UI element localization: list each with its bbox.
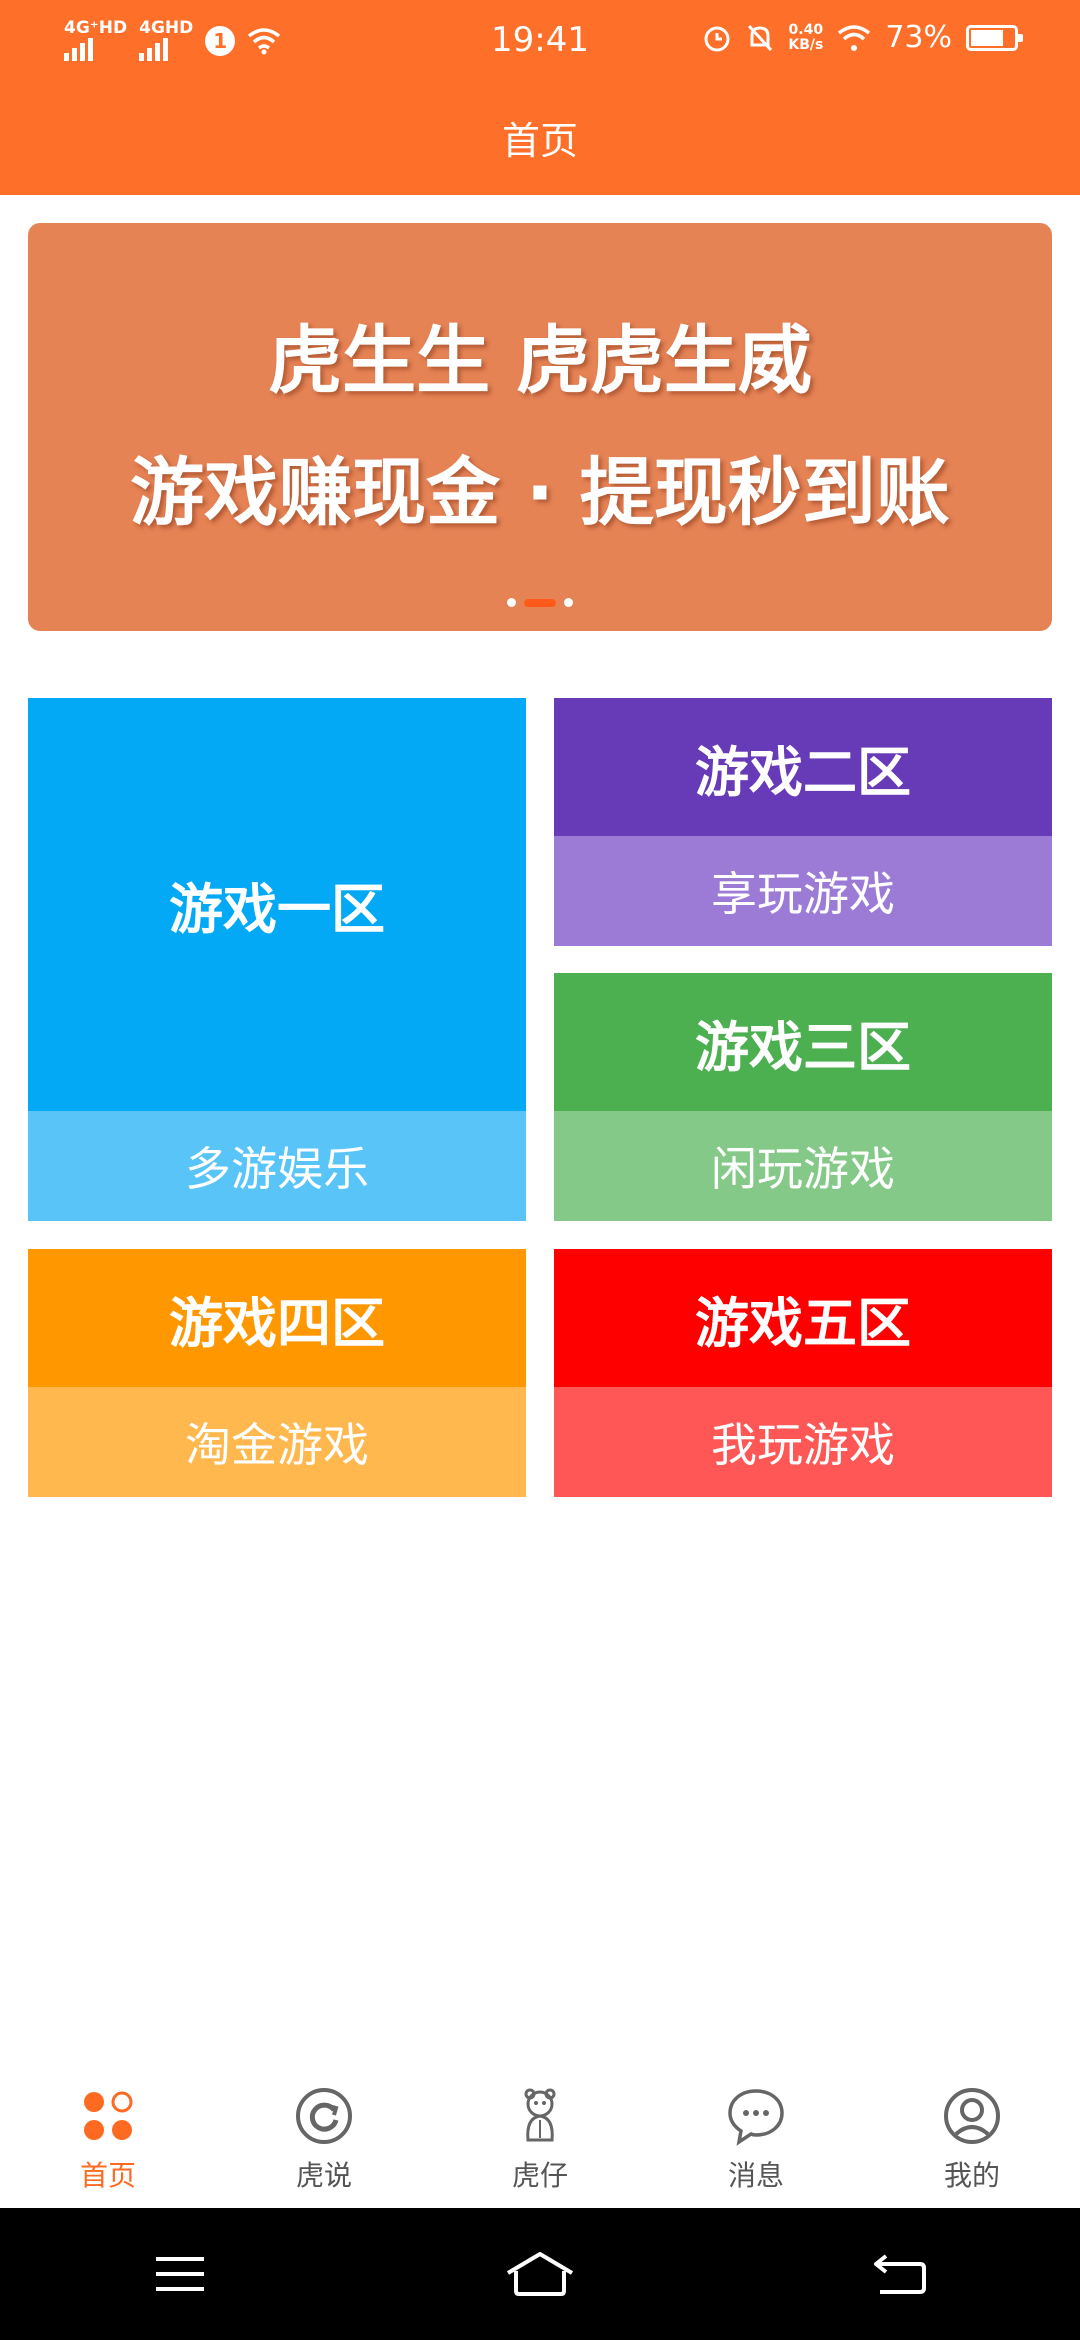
zone-1-card[interactable]: 游戏一区 多游娱乐 bbox=[28, 698, 526, 1221]
menu-icon bbox=[156, 2257, 204, 2291]
zone-2-title: 游戏二区 bbox=[554, 698, 1052, 836]
tab-home-label: 首页 bbox=[79, 2159, 136, 2192]
status-right: 0.40 KB/s 73% bbox=[702, 20, 1023, 55]
banner-dot-active[interactable] bbox=[524, 598, 556, 607]
nav-menu-button[interactable] bbox=[135, 2239, 225, 2309]
refresh-circle-icon bbox=[294, 2086, 354, 2146]
wifi-icon bbox=[838, 24, 871, 51]
zone-1-subtitle: 多游娱乐 bbox=[28, 1111, 526, 1221]
tab-huzai-label: 虎仔 bbox=[511, 2159, 568, 2192]
zone-4-subtitle: 淘金游戏 bbox=[28, 1387, 526, 1497]
zone-3-title: 游戏三区 bbox=[554, 973, 1052, 1111]
zone-2-subtitle: 享玩游戏 bbox=[554, 836, 1052, 946]
app-header: 4G⁺HD 4GHD 1 19:41 0.40 KB/s 73% 首页 bbox=[0, 0, 1080, 195]
nav-back-button[interactable] bbox=[855, 2239, 945, 2309]
net-speed-unit: KB/s bbox=[788, 36, 824, 53]
bottom-tab-bar: 首页 虎说 虎仔 消息 我的 bbox=[0, 2068, 1080, 2208]
tab-hushuo[interactable]: 虎说 bbox=[216, 2068, 432, 2208]
tab-messages[interactable]: 消息 bbox=[648, 2068, 864, 2208]
chat-bubble-icon bbox=[726, 2086, 786, 2146]
tab-messages-label: 消息 bbox=[727, 2159, 784, 2192]
banner-dot[interactable] bbox=[564, 598, 573, 607]
zone-3-subtitle: 闲玩游戏 bbox=[554, 1111, 1052, 1221]
zone-3-card[interactable]: 游戏三区 闲玩游戏 bbox=[554, 973, 1052, 1221]
nav-home-button[interactable] bbox=[495, 2239, 585, 2309]
zone-2-card[interactable]: 游戏二区 享玩游戏 bbox=[554, 698, 1052, 946]
back-icon bbox=[874, 2254, 926, 2294]
zone-5-card[interactable]: 游戏五区 我玩游戏 bbox=[554, 1249, 1052, 1497]
zone-4-card[interactable]: 游戏四区 淘金游戏 bbox=[28, 1249, 526, 1497]
banner-pagination bbox=[28, 598, 1052, 607]
tab-home[interactable]: 首页 bbox=[0, 2068, 216, 2208]
page-title: 首页 bbox=[501, 119, 578, 163]
system-nav-bar bbox=[0, 2208, 1080, 2340]
net-speed: 0.40 KB/s bbox=[788, 21, 824, 53]
tab-huzai[interactable]: 虎仔 bbox=[432, 2068, 648, 2208]
battery-icon bbox=[966, 24, 1023, 51]
zone-5-title: 游戏五区 bbox=[554, 1249, 1052, 1387]
home-icon bbox=[506, 2252, 574, 2296]
mute-bell-icon bbox=[748, 24, 773, 51]
promo-banner[interactable]: 虎生生 虎虎生威 游戏赚现金 · 提现秒到账 bbox=[28, 223, 1052, 631]
profile-icon bbox=[942, 2086, 1002, 2146]
battery-percent: 73% bbox=[885, 20, 952, 55]
zone-4-title: 游戏四区 bbox=[28, 1249, 526, 1387]
tiger-cub-icon bbox=[510, 2086, 570, 2146]
banner-headline: 虎生生 虎虎生威 bbox=[268, 318, 812, 404]
tab-profile-label: 我的 bbox=[943, 2159, 1000, 2192]
zone-1-title: 游戏一区 bbox=[28, 698, 526, 1111]
zone-5-subtitle: 我玩游戏 bbox=[554, 1387, 1052, 1497]
alarm-icon bbox=[704, 26, 730, 51]
banner-subline: 游戏赚现金 · 提现秒到账 bbox=[130, 450, 950, 536]
tab-hushuo-label: 虎说 bbox=[295, 2159, 352, 2192]
status-bar: 4G⁺HD 4GHD 1 19:41 0.40 KB/s 73% bbox=[0, 0, 1080, 84]
tab-profile[interactable]: 我的 bbox=[864, 2068, 1080, 2208]
home-dots-icon bbox=[78, 2086, 138, 2146]
banner-dot[interactable] bbox=[507, 598, 516, 607]
net-speed-value: 0.40 bbox=[788, 21, 824, 38]
